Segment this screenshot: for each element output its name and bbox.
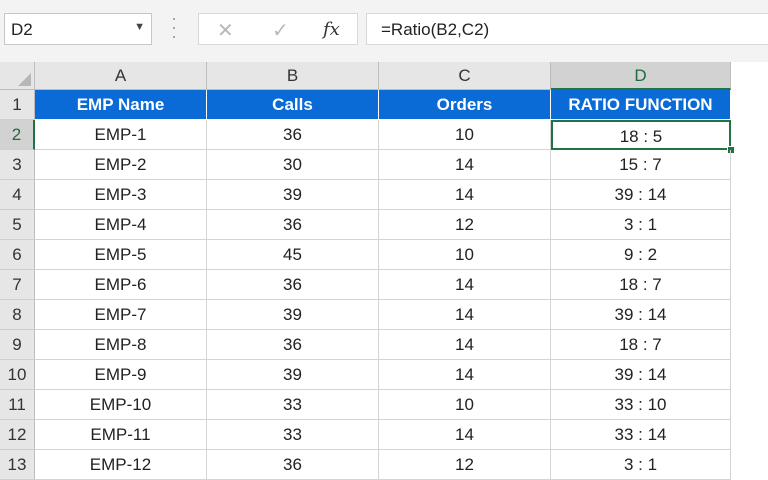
cell-c3[interactable]: 14 <box>379 150 551 180</box>
insert-function-icon[interactable]: fx <box>323 19 340 40</box>
row-header-11[interactable]: 11 <box>0 390 35 420</box>
chevron-down-icon[interactable]: ▼ <box>134 21 145 33</box>
cell-b4[interactable]: 39 <box>207 180 379 210</box>
cell-a10[interactable]: EMP-9 <box>35 360 207 390</box>
cell-b9[interactable]: 36 <box>207 330 379 360</box>
cell-c4[interactable]: 14 <box>379 180 551 210</box>
select-all-button[interactable] <box>0 62 35 90</box>
header-cell-a[interactable]: EMP Name <box>35 90 207 120</box>
formula-bar: D2 ▼ · · · ✕ ✓ fx =Ratio(B2,C2) <box>0 0 768 62</box>
name-box-value: D2 <box>11 20 33 39</box>
cell-b12[interactable]: 33 <box>207 420 379 450</box>
cell-d13[interactable]: 3 : 1 <box>551 450 731 480</box>
row-header-2[interactable]: 2 <box>0 120 35 150</box>
cell-a8[interactable]: EMP-7 <box>35 300 207 330</box>
cell-d10[interactable]: 39 : 14 <box>551 360 731 390</box>
cell-a11[interactable]: EMP-10 <box>35 390 207 420</box>
row-header-12[interactable]: 12 <box>0 420 35 450</box>
cell-b10[interactable]: 39 <box>207 360 379 390</box>
cell-d12[interactable]: 33 : 14 <box>551 420 731 450</box>
cell-c13[interactable]: 12 <box>379 450 551 480</box>
cell-c7[interactable]: 14 <box>379 270 551 300</box>
drag-handle-icon[interactable]: · · · <box>171 9 177 45</box>
cell-c5[interactable]: 12 <box>379 210 551 240</box>
cell-a2[interactable]: EMP-1 <box>35 120 207 150</box>
formula-buttons: ✕ ✓ fx <box>198 13 358 45</box>
row-header-1[interactable]: 1 <box>0 90 35 120</box>
cell-c9[interactable]: 14 <box>379 330 551 360</box>
cell-b5[interactable]: 36 <box>207 210 379 240</box>
cell-c10[interactable]: 14 <box>379 360 551 390</box>
row-header-8[interactable]: 8 <box>0 300 35 330</box>
cell-c8[interactable]: 14 <box>379 300 551 330</box>
cell-d3[interactable]: 15 : 7 <box>551 150 731 180</box>
enter-icon[interactable]: ✓ <box>272 18 289 43</box>
row-header-6[interactable]: 6 <box>0 240 35 270</box>
cell-c11[interactable]: 10 <box>379 390 551 420</box>
grid-empty-area <box>731 90 768 470</box>
cell-b6[interactable]: 45 <box>207 240 379 270</box>
formula-input[interactable]: =Ratio(B2,C2) <box>366 13 768 45</box>
header-cell-d[interactable]: RATIO FUNCTION <box>551 90 731 120</box>
row-header-3[interactable]: 3 <box>0 150 35 180</box>
cell-b11[interactable]: 33 <box>207 390 379 420</box>
select-all-triangle-icon <box>18 73 31 86</box>
cell-a6[interactable]: EMP-5 <box>35 240 207 270</box>
cell-a12[interactable]: EMP-11 <box>35 420 207 450</box>
row-header-9[interactable]: 9 <box>0 330 35 360</box>
column-header-a[interactable]: A <box>35 62 207 90</box>
cell-c12[interactable]: 14 <box>379 420 551 450</box>
column-header-b[interactable]: B <box>207 62 379 90</box>
row-header-7[interactable]: 7 <box>0 270 35 300</box>
cell-d8[interactable]: 39 : 14 <box>551 300 731 330</box>
cell-d2[interactable]: 18 : 5 <box>551 120 731 150</box>
column-header-c[interactable]: C <box>379 62 551 90</box>
cell-b2[interactable]: 36 <box>207 120 379 150</box>
cell-d9[interactable]: 18 : 7 <box>551 330 731 360</box>
cell-a5[interactable]: EMP-4 <box>35 210 207 240</box>
cell-d6[interactable]: 9 : 2 <box>551 240 731 270</box>
cell-c2[interactable]: 10 <box>379 120 551 150</box>
cell-c6[interactable]: 10 <box>379 240 551 270</box>
header-cell-b[interactable]: Calls <box>207 90 379 120</box>
row-header-4[interactable]: 4 <box>0 180 35 210</box>
row-header-5[interactable]: 5 <box>0 210 35 240</box>
cancel-icon[interactable]: ✕ <box>217 18 234 43</box>
cell-b3[interactable]: 30 <box>207 150 379 180</box>
cell-d5[interactable]: 3 : 1 <box>551 210 731 240</box>
cell-a3[interactable]: EMP-2 <box>35 150 207 180</box>
cell-a7[interactable]: EMP-6 <box>35 270 207 300</box>
spreadsheet-grid: A B C D 1 2 3 4 5 6 7 8 9 10 11 12 13 EMP Name Calls Orders… <box>0 62 768 480</box>
row-header-10[interactable]: 10 <box>0 360 35 390</box>
cell-b7[interactable]: 36 <box>207 270 379 300</box>
cell-b8[interactable]: 39 <box>207 300 379 330</box>
cell-a4[interactable]: EMP-3 <box>35 180 207 210</box>
row-header-13[interactable]: 13 <box>0 450 35 480</box>
cell-a13[interactable]: EMP-12 <box>35 450 207 480</box>
cell-b13[interactable]: 36 <box>207 450 379 480</box>
cell-a9[interactable]: EMP-8 <box>35 330 207 360</box>
formula-text: =Ratio(B2,C2) <box>381 20 490 39</box>
cell-d7[interactable]: 18 : 7 <box>551 270 731 300</box>
name-box[interactable]: D2 ▼ <box>4 13 152 45</box>
column-header-d[interactable]: D <box>551 62 731 90</box>
cell-d4[interactable]: 39 : 14 <box>551 180 731 210</box>
cell-d11[interactable]: 33 : 10 <box>551 390 731 420</box>
header-cell-c[interactable]: Orders <box>379 90 551 120</box>
